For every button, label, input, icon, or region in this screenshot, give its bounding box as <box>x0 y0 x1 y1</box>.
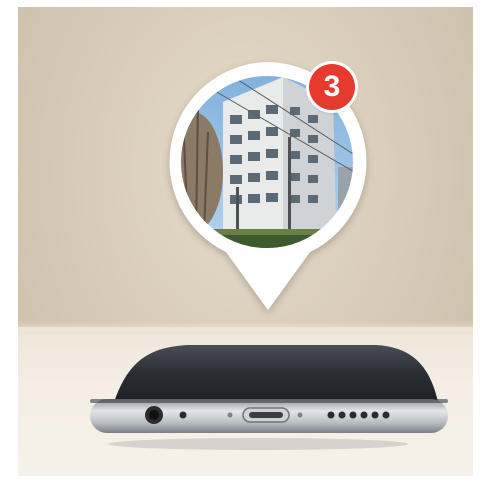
speech-bubble-pin-icon <box>90 62 448 450</box>
microphone-hole <box>179 411 187 419</box>
smartphone <box>90 345 448 450</box>
notification-badge: 3 <box>309 64 355 110</box>
headphone-jack-icon <box>145 406 163 424</box>
screw <box>297 412 303 418</box>
notification-count: 3 <box>323 70 341 103</box>
lightning-port-icon <box>242 407 290 423</box>
product-scene: 3 <box>18 7 473 476</box>
screw <box>227 412 233 418</box>
